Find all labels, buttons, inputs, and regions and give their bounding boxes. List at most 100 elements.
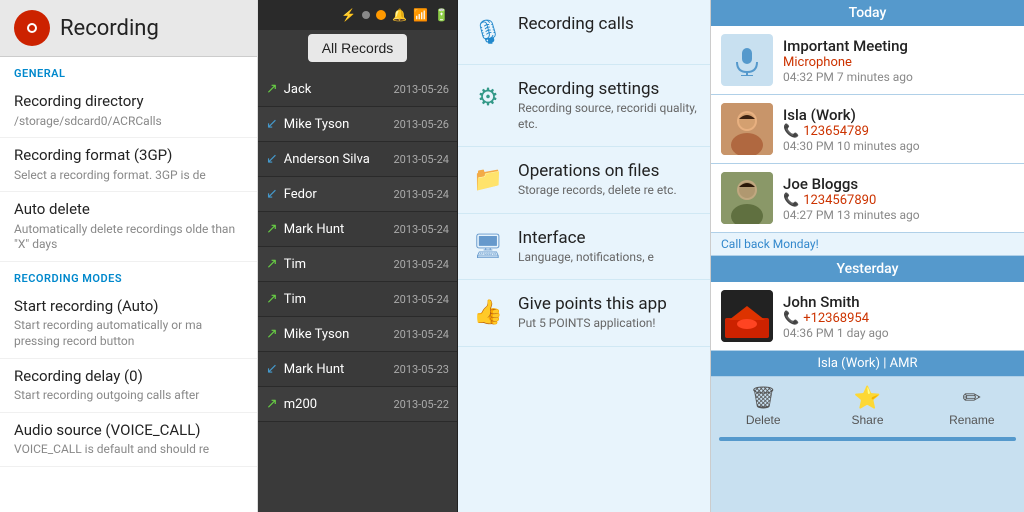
record-date: 2013-05-26 <box>393 83 449 96</box>
settings-item-title: Audio source (VOICE_CALL) <box>14 421 243 441</box>
calllog-name: John Smith <box>783 293 1014 311</box>
arrow-icon: ↙ <box>266 151 278 167</box>
settings-item-title: Start recording (Auto) <box>14 297 243 317</box>
calllog-name: Isla (Work) <box>783 106 1014 124</box>
settings-item-audio-source[interactable]: Audio source (VOICE_CALL) VOICE_CALL is … <box>0 413 257 467</box>
arrow-icon: ↗ <box>266 396 278 412</box>
rename-label: Rename <box>949 413 994 427</box>
calllog-item-isla-work[interactable]: Isla (Work) 📞123654789 04:30 PM 10 minut… <box>711 95 1024 164</box>
menu-item-3[interactable]: 🖥 Interface Language, notifications, e <box>458 214 710 281</box>
calllog-item-joe-bloggs[interactable]: Joe Bloggs 📞1234567890 04:27 PM 13 minut… <box>711 164 1024 233</box>
settings-item-auto-delete[interactable]: Auto delete Automatically delete recordi… <box>0 192 257 262</box>
menu-text: Operations on files Storage records, del… <box>518 161 677 199</box>
calllog-name: Important Meeting <box>783 37 1014 55</box>
dot-orange <box>376 10 386 20</box>
record-date: 2013-05-24 <box>393 223 449 236</box>
yesterday-header: Yesterday <box>711 256 1024 282</box>
rename-icon: ✏ <box>963 385 981 411</box>
menu-title: Recording calls <box>518 14 634 34</box>
menu-icon: 👍 <box>470 294 506 330</box>
dot-gray <box>362 11 370 19</box>
settings-panel: Recording GENERAL Recording directory /s… <box>0 0 258 512</box>
avatar-joe <box>721 172 773 224</box>
arrow-icon: ↗ <box>266 326 278 342</box>
record-date: 2013-05-22 <box>393 398 449 411</box>
rename-button[interactable]: ✏ Rename <box>920 377 1024 435</box>
settings-item-title: Recording format (3GP) <box>14 146 243 166</box>
share-button[interactable]: ⭐ Share <box>815 377 919 435</box>
settings-item-desc: VOICE_CALL is default and should re <box>14 442 243 458</box>
record-date: 2013-05-24 <box>393 188 449 201</box>
record-item[interactable]: ↗ Mark Hunt 2013-05-24 <box>258 212 457 247</box>
app-icon <box>14 10 50 46</box>
record-date: 2013-05-24 <box>393 293 449 306</box>
settings-item-recording-format[interactable]: Recording format (3GP) Select a recordin… <box>0 138 257 192</box>
settings-item-title: Recording directory <box>14 92 243 112</box>
record-item[interactable]: ↙ Anderson Silva 2013-05-24 <box>258 142 457 177</box>
volume-icon: 🔔 <box>392 8 407 22</box>
calllog-panel: Today Important Meeting Microphone 04:32… <box>711 0 1024 512</box>
record-name: Mike Tyson <box>284 327 388 342</box>
menu-icon: 📁 <box>470 161 506 197</box>
record-item[interactable]: ↙ Mark Hunt 2013-05-23 <box>258 352 457 387</box>
menu-desc: Put 5 POINTS application! <box>518 316 667 332</box>
record-item[interactable]: ↙ Fedor 2013-05-24 <box>258 177 457 212</box>
menu-icon: 🖥 <box>470 228 506 264</box>
settings-item-desc: Automatically delete recordings olde tha… <box>14 222 243 253</box>
menu-item-0[interactable]: 🎙 Recording calls <box>458 0 710 65</box>
share-label: Share <box>851 413 883 427</box>
calllog-sub: Microphone <box>783 55 1014 70</box>
records-btn-row: All Records <box>258 30 457 72</box>
record-item[interactable]: ↗ Mike Tyson 2013-05-24 <box>258 317 457 352</box>
menu-title: Give points this app <box>518 294 667 314</box>
record-item[interactable]: ↗ Jack 2013-05-26 <box>258 72 457 107</box>
record-name: Tim <box>284 292 388 307</box>
arrow-icon: ↙ <box>266 116 278 132</box>
menu-item-1[interactable]: ⚙ Recording settings Recording source, r… <box>458 65 710 147</box>
settings-item-desc: Start recording outgoing calls after <box>14 388 243 404</box>
calllog-time: 04:36 PM 1 day ago <box>783 326 1014 340</box>
record-name: Mark Hunt <box>284 222 388 237</box>
record-item[interactable]: ↗ Tim 2013-05-24 <box>258 247 457 282</box>
calllog-time: 04:30 PM 10 minutes ago <box>783 139 1014 153</box>
record-item[interactable]: ↗ m200 2013-05-22 <box>258 387 457 422</box>
record-item[interactable]: ↙ Mike Tyson 2013-05-26 <box>258 107 457 142</box>
record-name: Fedor <box>284 187 388 202</box>
settings-title: Recording <box>60 16 159 41</box>
calllog-bottom-bar: Isla (Work) | AMR <box>711 351 1024 376</box>
all-records-button[interactable]: All Records <box>308 34 408 62</box>
settings-item-desc: /storage/sdcard0/ACRCalls <box>14 114 243 130</box>
delete-label: Delete <box>746 413 781 427</box>
settings-item-recording-delay[interactable]: Recording delay (0) Start recording outg… <box>0 359 257 413</box>
calllog-number: 📞123654789 <box>783 124 1014 139</box>
arrow-icon: ↗ <box>266 221 278 237</box>
calllog-number: 📞+12368954 <box>783 311 1014 326</box>
menu-title: Operations on files <box>518 161 677 181</box>
record-item[interactable]: ↗ Tim 2013-05-24 <box>258 282 457 317</box>
record-name: Jack <box>284 82 388 97</box>
calllog-item-important-meeting[interactable]: Important Meeting Microphone 04:32 PM 7 … <box>711 26 1024 95</box>
menu-list: 🎙 Recording calls ⚙ Recording settings R… <box>458 0 710 347</box>
record-list: ↗ Jack 2013-05-26 ↙ Mike Tyson 2013-05-2… <box>258 72 457 422</box>
calllog-info: Joe Bloggs 📞1234567890 04:27 PM 13 minut… <box>783 175 1014 222</box>
menu-text: Give points this app Put 5 POINTS applic… <box>518 294 667 332</box>
calllog-info: John Smith 📞+12368954 04:36 PM 1 day ago <box>783 293 1014 340</box>
calllog-info: Isla (Work) 📞123654789 04:30 PM 10 minut… <box>783 106 1014 153</box>
avatar-isla <box>721 103 773 155</box>
share-icon: ⭐ <box>854 385 881 411</box>
menu-item-4[interactable]: 👍 Give points this app Put 5 POINTS appl… <box>458 280 710 347</box>
record-name: Mike Tyson <box>284 117 388 132</box>
settings-item-title: Recording delay (0) <box>14 367 243 387</box>
calllog-name: Joe Bloggs <box>783 175 1014 193</box>
calllog-actions: 🗑 Delete ⭐ Share ✏ Rename <box>711 376 1024 435</box>
record-date: 2013-05-23 <box>393 363 449 376</box>
settings-item-recording-directory[interactable]: Recording directory /storage/sdcard0/ACR… <box>0 84 257 138</box>
avatar-mic <box>721 34 773 86</box>
records-panel: ⚡ 🔔 📶 🔋 All Records ↗ Jack 2013-05-26 ↙ … <box>258 0 458 512</box>
arrow-icon: ↗ <box>266 81 278 97</box>
menu-item-2[interactable]: 📁 Operations on files Storage records, d… <box>458 147 710 214</box>
calllog-item-john-smith[interactable]: John Smith 📞+12368954 04:36 PM 1 day ago <box>711 282 1024 351</box>
battery-icon: 🔋 <box>434 8 449 22</box>
settings-item-start-recording[interactable]: Start recording (Auto) Start recording a… <box>0 289 257 359</box>
delete-button[interactable]: 🗑 Delete <box>711 377 815 435</box>
